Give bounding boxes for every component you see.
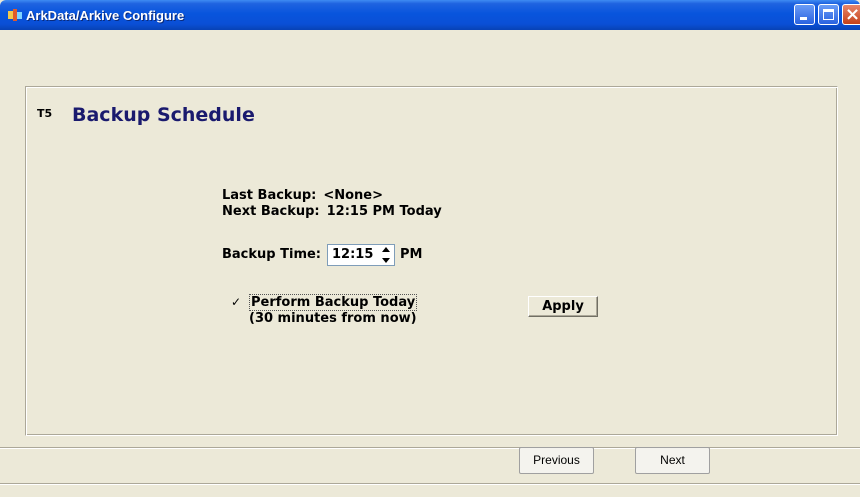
apply-button[interactable]: Apply	[528, 296, 598, 317]
backup-time-label: Backup Time:	[222, 247, 322, 262]
minimize-button[interactable]	[794, 4, 815, 25]
backup-time-input[interactable]: 12:15	[327, 244, 395, 266]
previous-button[interactable]: Previous	[519, 447, 594, 474]
maximize-icon	[823, 9, 834, 20]
content-panel	[25, 86, 838, 436]
next-backup-value: 12:15 PM Today	[326, 204, 442, 219]
maximize-button[interactable]	[818, 4, 839, 25]
next-backup-row: Next Backup: 12:15 PM Today	[222, 204, 442, 219]
close-icon: ×	[845, 4, 860, 25]
last-backup-label: Last Backup:	[222, 188, 317, 203]
configure-window: ArkData/Arkive Configure × T5 Backup Sch…	[0, 0, 860, 497]
spin-down-icon[interactable]	[378, 255, 394, 265]
spin-up-icon[interactable]	[378, 245, 394, 255]
perform-backup-label[interactable]: Perform Backup Today	[249, 294, 418, 311]
perform-backup-checkbox[interactable]: ✓	[231, 296, 243, 308]
close-button[interactable]: ×	[842, 4, 860, 25]
next-backup-label: Next Backup:	[222, 204, 320, 219]
next-button[interactable]: Next	[635, 447, 710, 474]
last-backup-value: <None>	[323, 188, 383, 203]
footer-divider	[0, 447, 860, 449]
title-bar[interactable]: ArkData/Arkive Configure ×	[0, 0, 860, 30]
page-title: Backup Schedule	[72, 104, 255, 126]
am-pm-label: PM	[400, 247, 423, 262]
status-divider	[0, 483, 860, 485]
minimize-icon	[800, 17, 807, 20]
last-backup-row: Last Backup: <None>	[222, 188, 383, 203]
perform-backup-subtext: (30 minutes from now)	[249, 311, 417, 326]
time-spinner[interactable]	[378, 245, 394, 265]
window-title: ArkData/Arkive Configure	[26, 8, 185, 23]
backup-time-value: 12:15	[332, 247, 374, 262]
step-number: T5	[37, 107, 53, 120]
app-icon	[8, 9, 22, 21]
